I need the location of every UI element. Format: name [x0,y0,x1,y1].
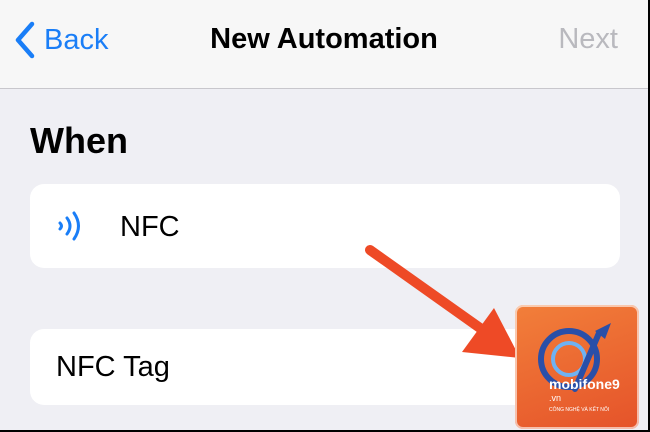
screen: Back New Automation Next When NFC NFC Ta… [0,0,648,430]
section-title-when: When [30,120,128,161]
watermark-emblem-icon: mobifone9 .vn CÔNG NGHỆ VÀ KẾT NỐI [538,323,620,413]
watermark-logo: mobifone9 .vn CÔNG NGHỆ VÀ KẾT NỐI [515,305,639,429]
nfc-trigger-row[interactable]: NFC [30,184,620,268]
nfc-trigger-label: NFC [120,211,180,243]
page-title: New Automation [210,23,438,55]
nfc-waves-icon [58,211,80,241]
navigation-bar: Back New Automation Next [0,0,648,89]
next-button[interactable]: Next [558,22,618,56]
svg-text:CÔNG NGHỆ VÀ KẾT NỐI: CÔNG NGHỆ VÀ KẾT NỐI [549,405,609,413]
svg-text:mobifone9: mobifone9 [549,376,620,392]
svg-text:.vn: .vn [549,393,561,403]
nfc-tag-label: NFC Tag [56,351,170,383]
